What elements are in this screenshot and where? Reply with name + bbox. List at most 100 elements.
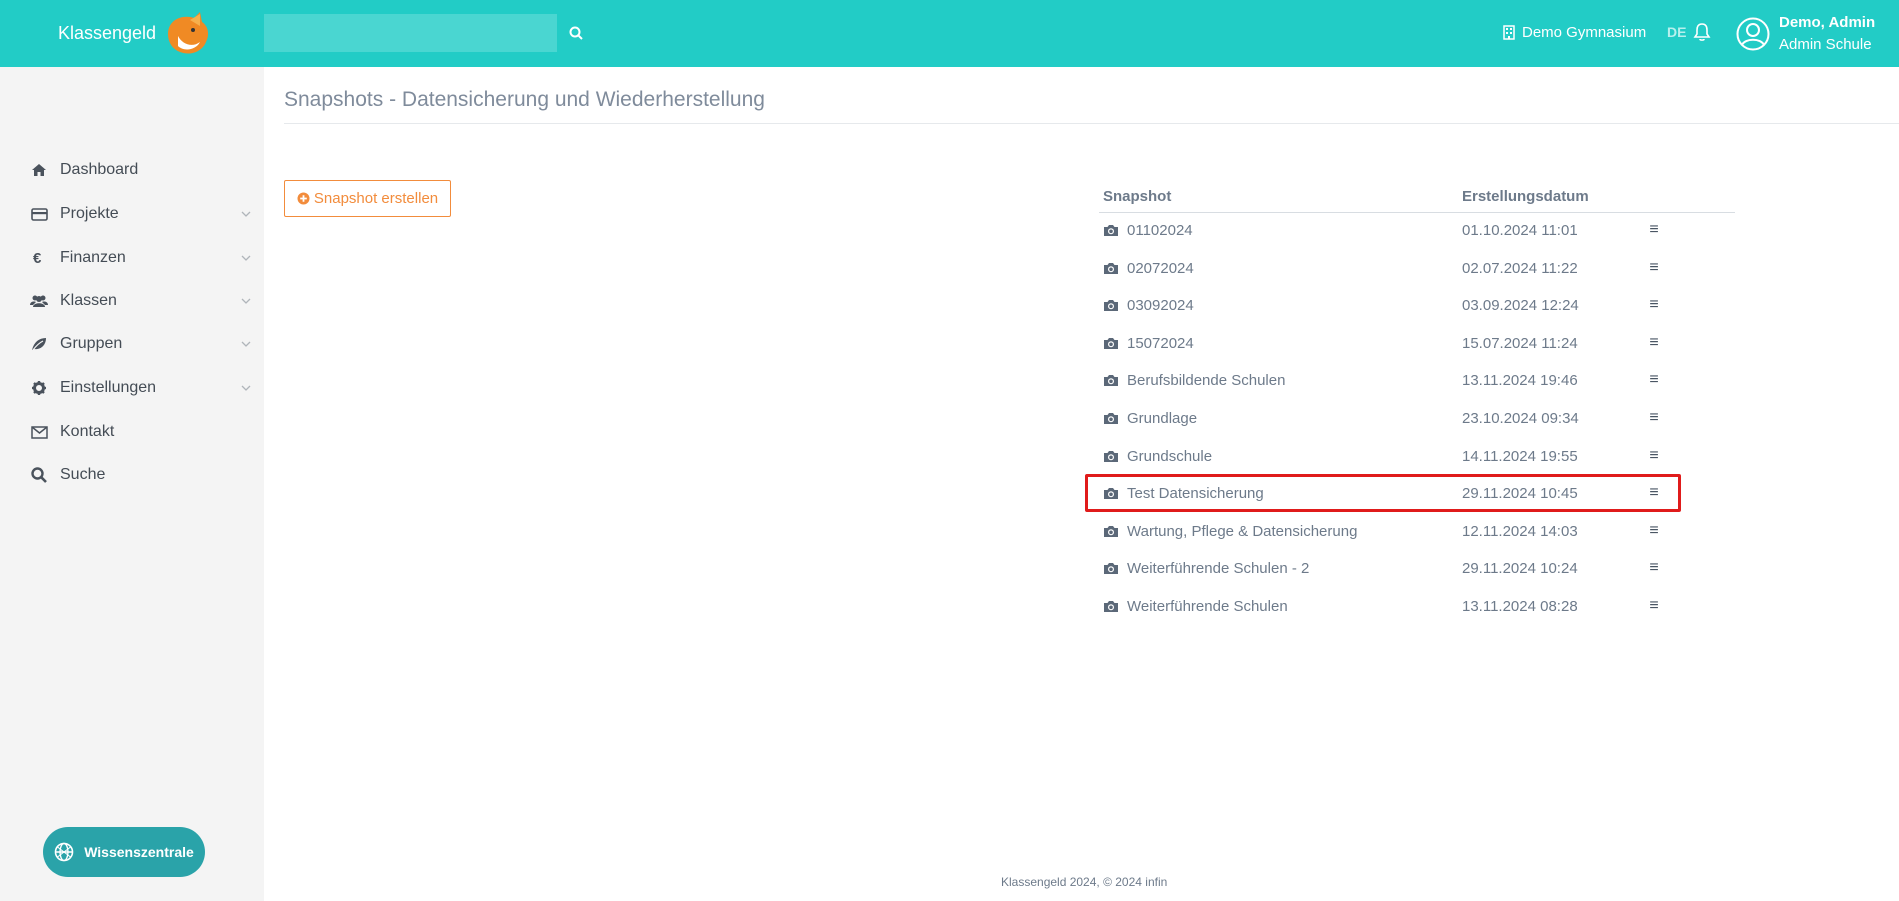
sidebar-item-einstellungen[interactable]: Einstellungen (0, 368, 264, 408)
create-snapshot-button[interactable]: Snapshot erstellen (284, 180, 451, 217)
sidebar: Dashboard Projekte € Finanzen Klassen Gr… (0, 67, 264, 901)
snapshot-date: 14.11.2024 19:55 (1462, 447, 1578, 465)
top-navigation-bar: Klassengeld Demo Gymnasium DE Demo, Admi… (0, 0, 1899, 67)
table-row: 03092024 03.09.2024 12:24 ≡ (1099, 286, 1735, 324)
sidebar-item-label: Gruppen (60, 335, 123, 352)
gear-icon (30, 379, 48, 397)
camera-icon (1104, 562, 1118, 574)
snapshot-name: 15072024 (1127, 334, 1194, 352)
row-menu-icon[interactable]: ≡ (1644, 549, 1664, 587)
table-row: Grundschule 14.11.2024 19:55 ≡ (1099, 437, 1735, 475)
row-menu-icon[interactable]: ≡ (1644, 361, 1664, 399)
sidebar-item-kontakt[interactable]: Kontakt (0, 412, 264, 452)
table-row: 15072024 15.07.2024 11:24 ≡ (1099, 324, 1735, 362)
snapshot-name-link[interactable]: Grundlage (1103, 399, 1197, 437)
plus-circle-icon (297, 192, 310, 205)
snapshot-name-link[interactable]: 01102024 (1103, 211, 1193, 249)
snapshot-name: 03092024 (1127, 296, 1194, 314)
snapshot-name-link[interactable]: 15072024 (1103, 324, 1194, 362)
search-button[interactable] (565, 22, 587, 44)
table-row: Weiterführende Schulen 13.11.2024 08:28 ≡ (1099, 587, 1735, 625)
user-menu[interactable]: Demo, Admin Admin Schule (1736, 12, 1875, 56)
snapshot-date: 15.07.2024 11:24 (1462, 334, 1578, 352)
svg-text:€: € (33, 250, 42, 266)
sidebar-item-suche[interactable]: Suche (0, 455, 264, 495)
sidebar-item-label: Kontakt (60, 423, 115, 440)
sidebar-item-label: Klassen (60, 292, 117, 309)
snapshot-date: 13.11.2024 08:28 (1462, 597, 1578, 615)
sidebar-item-gruppen[interactable]: Gruppen (0, 324, 264, 364)
credit-card-icon (30, 205, 48, 223)
sidebar-item-label: Dashboard (60, 161, 139, 178)
row-menu-icon[interactable]: ≡ (1644, 512, 1664, 550)
bell-icon[interactable] (1693, 22, 1711, 42)
chevron-down-icon (241, 385, 251, 391)
knowledge-center-label: Wissenszentrale (84, 844, 194, 860)
snapshot-name: Grundlage (1127, 409, 1198, 427)
snapshot-date: 29.11.2024 10:24 (1462, 559, 1578, 577)
snapshot-name-link[interactable]: Weiterführende Schulen - 2 (1103, 549, 1309, 587)
chevron-down-icon (241, 211, 251, 217)
user-name: Demo, Admin (1779, 14, 1876, 31)
sidebar-item-label: Projekte (60, 205, 119, 222)
chevron-down-icon (241, 255, 251, 261)
snapshot-name: Grundschule (1127, 447, 1213, 465)
snapshot-name: Weiterführende Schulen - 2 (1127, 559, 1310, 577)
table-row: 01102024 01.10.2024 11:01 ≡ (1099, 211, 1735, 249)
table-row: 02072024 02.07.2024 11:22 ≡ (1099, 249, 1735, 287)
table-row: Weiterführende Schulen - 2 29.11.2024 10:… (1099, 549, 1735, 587)
snapshot-name: Wartung, Pflege & Datensicherung (1127, 522, 1358, 540)
knowledge-center-button[interactable]: Wissenszentrale (43, 827, 205, 877)
camera-icon (1104, 525, 1118, 537)
euro-icon: € (30, 249, 48, 267)
sidebar-item-finanzen[interactable]: € Finanzen (0, 238, 264, 278)
snapshot-name-link[interactable]: Weiterführende Schulen (1103, 587, 1288, 625)
row-menu-icon[interactable]: ≡ (1644, 211, 1664, 249)
footer-text: Klassengeld 2024, © 2024 infin (1001, 875, 1168, 889)
snapshot-name: Weiterführende Schulen (1127, 597, 1288, 615)
home-icon (30, 161, 48, 179)
camera-icon (1104, 224, 1118, 236)
snapshot-name-link[interactable]: Wartung, Pflege & Datensicherung (1103, 512, 1357, 550)
language-selector[interactable]: DE (1667, 0, 1686, 64)
row-menu-icon[interactable]: ≡ (1644, 324, 1664, 362)
column-header-date: Erstellungsdatum (1462, 188, 1589, 205)
fox-logo-icon (168, 11, 209, 54)
table-row: Grundlage 23.10.2024 09:34 ≡ (1099, 399, 1735, 437)
search-icon (569, 26, 583, 40)
user-role: Admin Schule (1779, 36, 1872, 53)
search-input[interactable] (264, 14, 557, 52)
snapshot-name-link[interactable]: 03092024 (1103, 286, 1194, 324)
chevron-down-icon (241, 341, 251, 347)
sidebar-item-label: Einstellungen (60, 379, 157, 396)
table-row: Wartung, Pflege & Datensicherung 12.11.20… (1099, 512, 1735, 550)
row-menu-icon[interactable]: ≡ (1644, 399, 1664, 437)
snapshot-date: 02.07.2024 11:22 (1462, 259, 1578, 277)
users-icon (30, 292, 48, 310)
camera-icon (1104, 299, 1118, 311)
snapshot-name-link[interactable]: 02072024 (1103, 249, 1194, 287)
school-selector[interactable]: Demo Gymnasium (1503, 0, 1646, 64)
snapshot-name: Berufsbildende Schulen (1127, 371, 1286, 389)
camera-icon (1104, 374, 1118, 386)
sidebar-item-klassen[interactable]: Klassen (0, 281, 264, 321)
brand-name: Klassengeld (58, 23, 157, 43)
row-menu-icon[interactable]: ≡ (1644, 286, 1664, 324)
snapshot-date: 03.09.2024 12:24 (1462, 296, 1579, 314)
sidebar-item-dashboard[interactable]: Dashboard (0, 150, 264, 190)
brand[interactable]: Klassengeld (58, 0, 212, 67)
row-menu-icon[interactable]: ≡ (1644, 587, 1664, 625)
chevron-down-icon (241, 298, 251, 304)
row-menu-icon[interactable]: ≡ (1644, 249, 1664, 287)
camera-icon (1104, 412, 1118, 424)
sidebar-item-projekte[interactable]: Projekte (0, 194, 264, 234)
snapshot-name-link[interactable]: Grundschule (1103, 437, 1212, 475)
create-snapshot-label: Snapshot erstellen (313, 190, 439, 207)
envelope-icon (30, 423, 48, 441)
globe-icon (54, 842, 74, 862)
camera-icon (1104, 600, 1118, 612)
row-menu-icon[interactable]: ≡ (1644, 437, 1664, 475)
column-header-snapshot: Snapshot (1103, 188, 1172, 205)
snapshot-name-link[interactable]: Berufsbildende Schulen (1103, 361, 1285, 399)
snapshot-name: 02072024 (1127, 259, 1194, 277)
